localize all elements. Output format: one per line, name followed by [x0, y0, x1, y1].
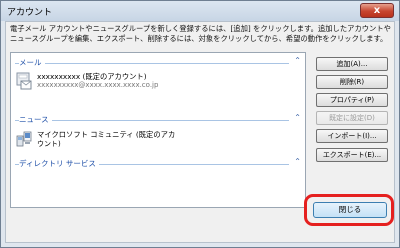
remove-button[interactable]: 削除(R): [316, 75, 388, 89]
news-account-name-continued: ウント): [37, 140, 61, 148]
list-item-mail-account[interactable]: xxxxxxxxxx (既定のアカウント) xxxxxxxxxx@xxxx.xx…: [13, 71, 301, 93]
group-label-news: ニュース: [19, 114, 52, 125]
group-label-directory: ディレクトリ サービス: [19, 158, 99, 169]
group-divider: [15, 120, 289, 121]
group-divider: [15, 63, 289, 64]
group-label-mail: メール: [19, 57, 45, 68]
group-header-directory[interactable]: ディレクトリ サービス ⌃: [15, 157, 301, 169]
description-text: 電子メール アカウントやニュースグループを新しく登録するには、[追加] をクリッ…: [10, 24, 391, 43]
collapse-chevron-icon[interactable]: ⌃: [294, 56, 301, 65]
properties-button[interactable]: プロパティ(P): [316, 93, 388, 107]
mail-account-address: xxxxxxxxxx@xxxx.xxxx.xxxx.co.jp: [37, 81, 159, 89]
group-header-mail[interactable]: メール ⌃: [15, 56, 301, 68]
list-item-news-account[interactable]: マイクロソフト コミュニティ (既定のアカ ウント): [13, 129, 301, 151]
collapse-chevron-icon[interactable]: ⌃: [294, 113, 301, 122]
import-button[interactable]: インポート(I)...: [316, 129, 388, 143]
title-bar: アカウント x: [1, 1, 399, 21]
add-button[interactable]: 追加(A)...: [316, 57, 388, 71]
window-close-button[interactable]: x: [360, 3, 394, 18]
account-dialog: アカウント x 電子メール アカウントやニュースグループを新しく登録するには、[…: [0, 0, 400, 248]
set-default-button[interactable]: 既定に設定(D): [316, 111, 388, 125]
account-list[interactable]: メール ⌃ xxxxxxxxxx (既定のアカウント) xxxxxxxxxx@x…: [10, 52, 306, 208]
window-title: アカウント: [7, 8, 53, 18]
news-account-icon: [16, 130, 32, 148]
highlight-annotation: [304, 194, 394, 226]
collapse-chevron-icon[interactable]: ⌃: [294, 157, 301, 166]
export-button[interactable]: エクスポート(E)...: [316, 148, 388, 162]
group-header-news[interactable]: ニュース ⌃: [15, 113, 301, 125]
mail-account-icon: [16, 72, 32, 90]
